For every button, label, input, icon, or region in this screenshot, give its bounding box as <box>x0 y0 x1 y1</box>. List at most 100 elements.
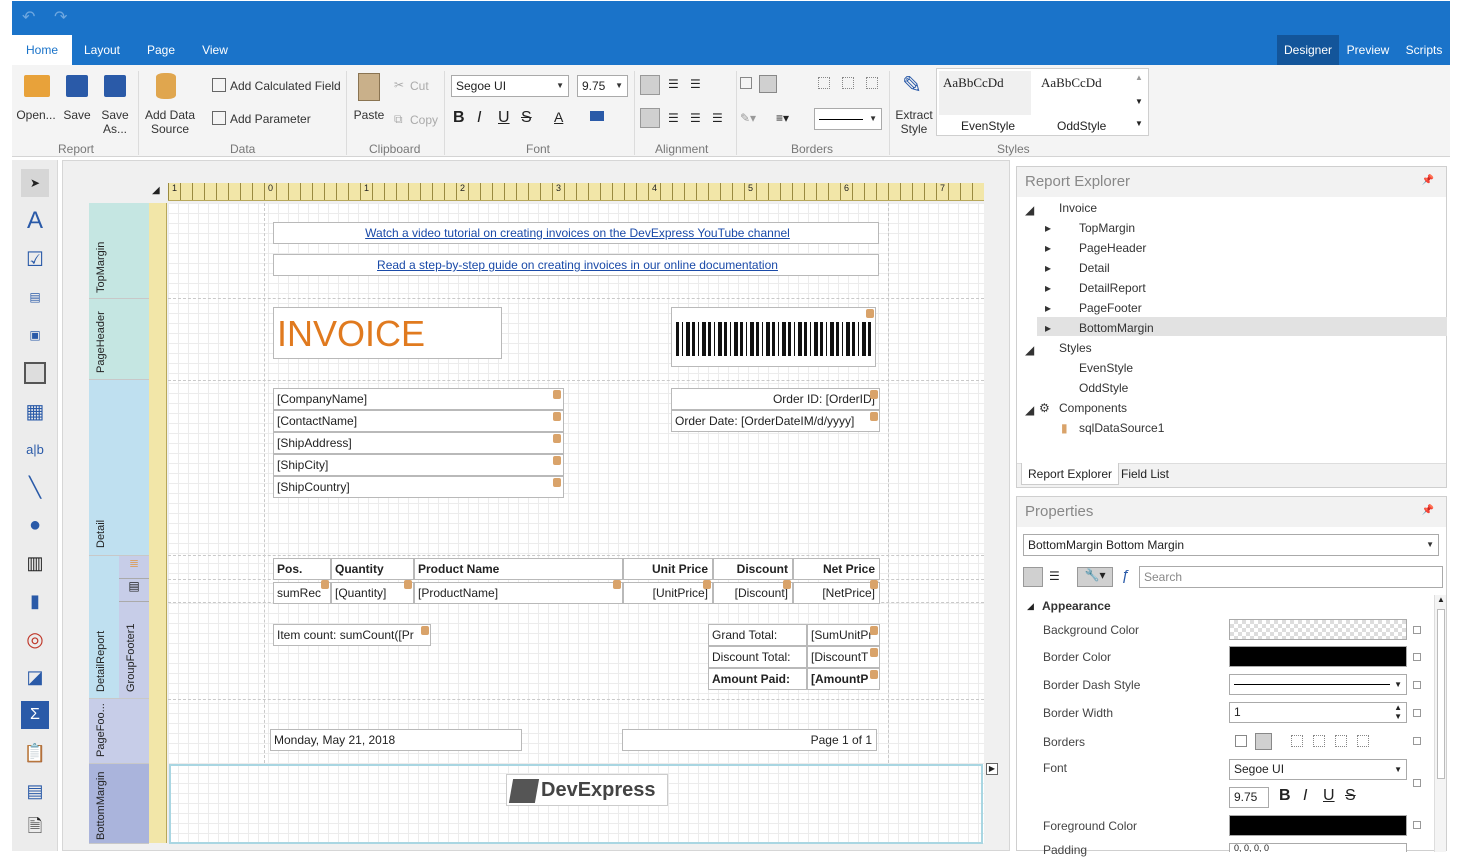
align-justify-icon[interactable]: ☰ <box>712 111 723 125</box>
even-style-preview[interactable]: AaBbCcDd <box>939 71 1031 115</box>
ship-city-field[interactable]: [ShipCity] <box>273 454 564 476</box>
bold-icon[interactable]: B <box>453 109 465 127</box>
document-tool-icon[interactable]: 🗎 <box>21 815 49 843</box>
save-as-button[interactable]: Save As... <box>100 108 130 136</box>
font-color-icon[interactable]: A <box>554 109 563 125</box>
tree-item-even-style[interactable]: EvenStyle <box>1079 361 1133 375</box>
reset-checkbox[interactable] <box>1413 821 1421 829</box>
align-top-right-icon[interactable]: ☰ <box>690 77 701 91</box>
invoice-title[interactable]: INVOICE <box>273 307 502 359</box>
open-button[interactable]: Open... <box>16 108 56 122</box>
tab-layout[interactable]: Layout <box>74 35 130 65</box>
date-field[interactable]: Monday, May 21, 2018 <box>270 729 522 751</box>
ship-address-field[interactable]: [ShipAddress] <box>273 432 564 454</box>
border-dash-style-value[interactable]: ▼ <box>1229 674 1407 695</box>
strikethrough-icon[interactable]: S <box>1345 787 1356 805</box>
tree-item-detail-report[interactable]: DetailReport <box>1079 281 1146 295</box>
font-size-value[interactable]: 9.75 <box>1229 787 1269 808</box>
tree-expander[interactable]: ▸ <box>1045 321 1051 335</box>
ship-country-field[interactable]: [ShipCountry] <box>273 476 564 498</box>
open-folder-icon[interactable] <box>24 75 50 97</box>
gallery-scroll-down-icon[interactable]: ▼ <box>1135 97 1143 106</box>
border-top-icon[interactable] <box>1313 735 1325 747</box>
tree-expander[interactable]: ▸ <box>1045 261 1051 275</box>
tab-view[interactable]: View <box>192 35 238 65</box>
amount-paid-label[interactable]: Amount Paid: <box>708 668 807 690</box>
background-color-icon[interactable] <box>590 111 604 121</box>
font-size-combo[interactable]: 9.75 ▼ <box>577 75 628 97</box>
underline-icon[interactable]: U <box>1323 787 1335 805</box>
band-detail-sub-icon[interactable]: ▤ <box>119 579 149 602</box>
scroll-up-icon[interactable]: ▲ <box>1437 595 1445 604</box>
pointer-tool-icon[interactable]: ➤ <box>21 169 49 197</box>
summary-tool-icon[interactable]: Σ <box>21 701 49 729</box>
band-page-header[interactable]: PageHeader <box>89 299 149 380</box>
border-color-icon[interactable]: ✎▾ <box>740 111 756 125</box>
order-id-field[interactable]: Order ID: [OrderID] <box>671 388 880 410</box>
item-count-field[interactable]: Item count: sumCount([Pr <box>273 624 431 646</box>
border-width-value[interactable]: 1 ▲ ▼ <box>1229 702 1407 723</box>
border-color-value[interactable] <box>1229 646 1407 667</box>
tree-item-odd-style[interactable]: OddStyle <box>1079 381 1128 395</box>
paste-icon[interactable] <box>358 73 380 101</box>
tab-home[interactable]: Home <box>12 35 72 65</box>
documentation-link[interactable]: Read a step-by-step guide on creating in… <box>273 254 879 276</box>
database-add-icon[interactable] <box>156 73 176 99</box>
table-header-cell[interactable]: Net Price <box>793 558 880 580</box>
tab-scripts[interactable]: Scripts <box>1400 35 1448 65</box>
scroll-thumb[interactable] <box>1437 609 1445 779</box>
underline-icon[interactable]: U <box>498 109 510 127</box>
label-tool-icon[interactable]: A <box>21 207 49 235</box>
border-all-icon[interactable] <box>1235 735 1247 747</box>
youtube-link[interactable]: Watch a video tutorial on creating invoi… <box>273 222 879 244</box>
expand-panel-icon[interactable]: ▶ <box>986 763 998 775</box>
chart-tool-icon[interactable]: ▮ <box>21 587 49 615</box>
component-selector[interactable]: BottomMargin Bottom Margin ▼ <box>1023 534 1439 556</box>
tree-item-page-footer[interactable]: PageFooter <box>1079 301 1142 315</box>
tree-item-bottom-margin[interactable]: BottomMargin <box>1079 321 1154 335</box>
border-all-icon[interactable] <box>740 77 752 89</box>
band-bottom-margin[interactable]: BottomMargin <box>89 764 149 844</box>
border-bottom-icon[interactable] <box>866 77 878 89</box>
page-number-field[interactable]: Page 1 of 1 <box>622 729 877 751</box>
spin-icon[interactable]: ▲ ▼ <box>1394 703 1402 721</box>
tree-item-styles[interactable]: Styles <box>1059 341 1092 355</box>
reset-checkbox[interactable] <box>1413 653 1421 661</box>
table-header-cell[interactable]: Discount <box>713 558 793 580</box>
reset-checkbox[interactable] <box>1413 709 1421 717</box>
save-as-icon[interactable] <box>104 75 126 97</box>
line-tool-icon[interactable]: ╲ <box>21 473 49 501</box>
picture-tool-icon[interactable]: ▣ <box>21 321 49 349</box>
order-date-field[interactable]: Order Date: [OrderDateIM/d/yyyy] <box>671 410 880 432</box>
tree-item-components[interactable]: Components <box>1059 401 1127 415</box>
search-input[interactable]: Search <box>1139 566 1443 588</box>
border-left-icon[interactable] <box>818 77 830 89</box>
reset-checkbox[interactable] <box>1413 681 1421 689</box>
table-tool-icon[interactable]: ▦ <box>21 397 49 425</box>
character-comb-tool-icon[interactable]: a|b <box>21 435 49 463</box>
rich-text-tool-icon[interactable]: ▤ <box>21 283 49 311</box>
odd-style-preview[interactable]: AaBbCcDd <box>1037 71 1129 115</box>
add-data-source-button[interactable]: Add Data Source <box>140 108 200 136</box>
band-detail[interactable]: Detail <box>89 380 149 556</box>
grand-total-label[interactable]: Grand Total: <box>708 624 807 646</box>
tree-expander[interactable]: ◢ <box>1025 343 1034 357</box>
cut-button[interactable]: Cut <box>410 79 429 93</box>
table-cell[interactable]: [Discount] <box>713 582 793 604</box>
barcode[interactable] <box>671 307 876 367</box>
tree-item-detail[interactable]: Detail <box>1079 261 1110 275</box>
tree-item-invoice[interactable]: Invoice <box>1059 201 1097 215</box>
border-width-icon[interactable]: ≡▾ <box>776 111 789 125</box>
foreground-color-value[interactable] <box>1229 815 1407 836</box>
italic-icon[interactable]: I <box>477 109 481 127</box>
border-dash-style-combo[interactable]: ▼ <box>814 108 882 130</box>
clipboard-tool-icon[interactable]: 📋 <box>21 739 49 767</box>
table-cell[interactable]: [UnitPrice] <box>623 582 713 604</box>
font-family-combo[interactable]: Segoe UI ▼ <box>451 75 569 97</box>
background-color-value[interactable] <box>1229 619 1407 640</box>
categorized-view-icon[interactable] <box>1023 567 1043 587</box>
save-icon[interactable] <box>66 75 88 97</box>
add-parameter-button[interactable]: Add Parameter <box>230 112 311 126</box>
add-calculated-field-button[interactable]: Add Calculated Field <box>230 79 341 93</box>
gallery-expand-icon[interactable]: ▼ <box>1135 119 1143 128</box>
